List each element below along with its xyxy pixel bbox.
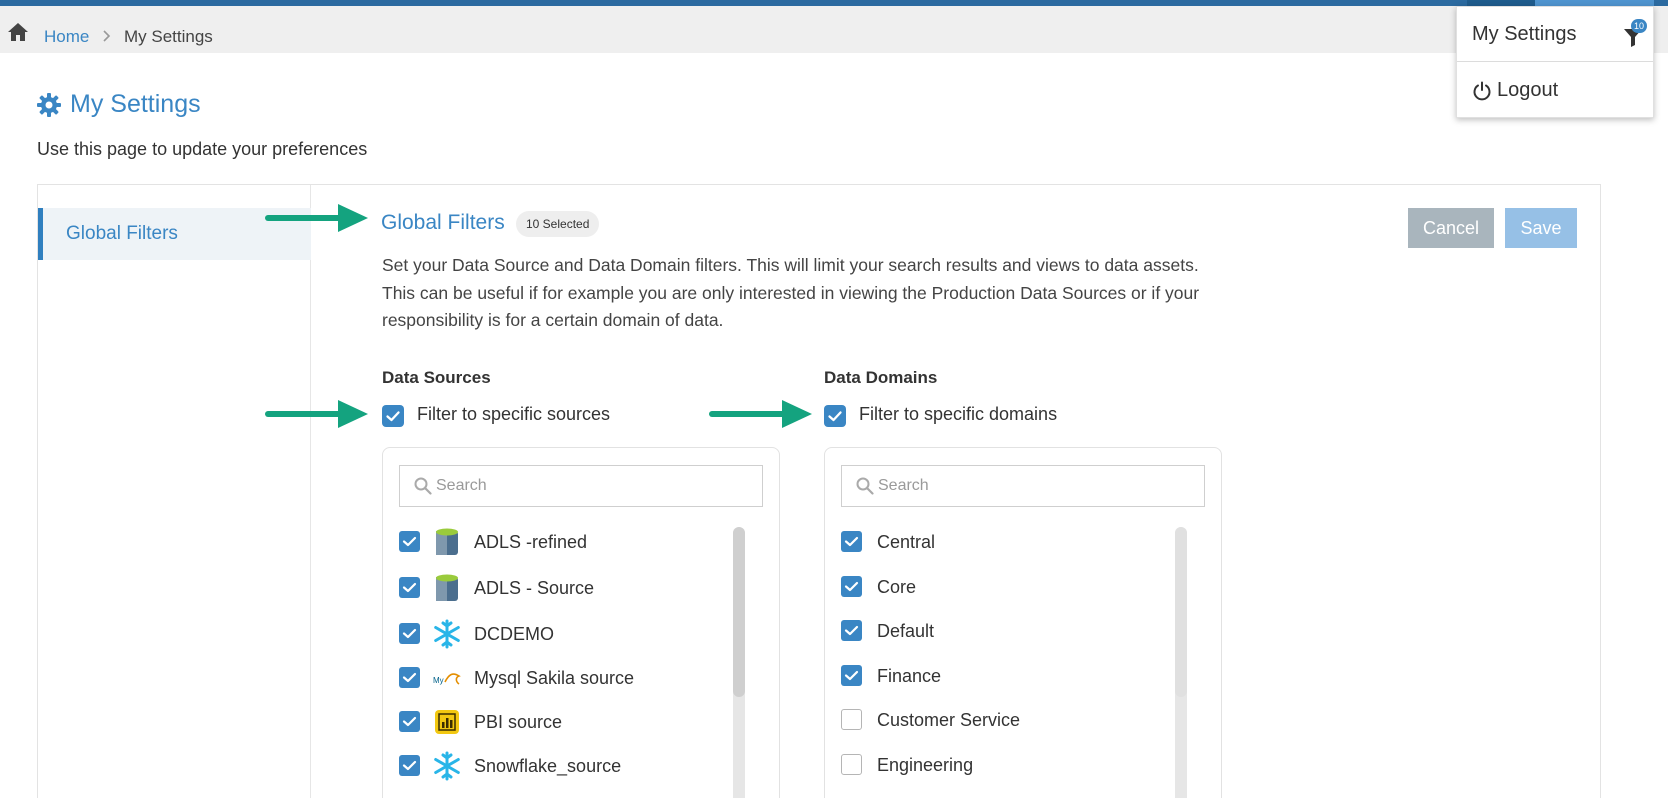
scrollbar-thumb[interactable] [1175,527,1187,697]
menu-item-label: Logout [1497,79,1559,101]
checkmark-icon [386,411,400,422]
item-checkbox[interactable] [399,577,420,598]
menu-item-label: My Settings [1472,23,1577,45]
gear-icon [37,93,61,117]
section-description: Set your Data Source and Data Domain fil… [382,255,1200,330]
item-checkbox[interactable] [399,755,420,776]
filter-sources-checkbox[interactable] [382,405,404,427]
search-icon [414,477,432,495]
list-item[interactable]: Central [841,524,1161,560]
page-title: My Settings [70,90,201,118]
user-dropdown-menu: My Settings 10 Logout [1456,6,1654,118]
power-icon [1473,81,1491,101]
list-item[interactable]: PBI source [399,704,719,740]
item-label: Snowflake_source [474,756,622,776]
list-item[interactable]: Default [841,613,1161,649]
item-checkbox[interactable] [841,576,862,597]
scrollbar-thumb[interactable] [733,527,745,697]
cancel-button[interactable]: Cancel [1408,208,1494,248]
snowflake-icon [434,751,460,781]
powerbi-icon [435,710,459,734]
data-domains-list: Search Central Core Default Finance Cust… [824,447,1222,798]
annotation-arrow-icon [265,204,368,232]
menu-item-logout[interactable]: Logout [1457,63,1653,118]
domains-scrollbar[interactable] [1175,527,1187,798]
data-sources-list: Search ADLS -refined ADLS - Source DCDEM… [382,447,780,798]
item-checkbox[interactable] [841,665,862,686]
list-item[interactable]: ADLS - Source [399,570,719,606]
item-label: Engineering [877,755,974,775]
list-item[interactable]: Engineering [841,747,1161,783]
sidebar-item-label: Global Filters [66,223,178,244]
breadcrumb-current: My Settings [124,27,213,46]
chevron-right-icon [103,30,111,42]
search-placeholder: Search [878,477,929,494]
filter-sources-label[interactable]: Filter to specific sources [417,404,610,425]
item-checkbox[interactable] [399,667,420,688]
list-item[interactable]: Customer Service [841,702,1161,738]
save-button[interactable]: Save [1505,208,1577,248]
list-item[interactable]: Snowflake_source [399,748,719,784]
domains-search-input[interactable]: Search [841,465,1205,507]
list-item[interactable]: Core [841,569,1161,605]
menu-item-my-settings[interactable]: My Settings 10 [1457,7,1653,62]
item-checkbox[interactable] [841,531,862,552]
item-label: DCDEMO [474,624,554,644]
list-item[interactable]: My Mysql Sakila source [399,660,719,696]
list-item[interactable]: DCDEMO [399,616,719,652]
section-title: Global Filters [381,211,505,234]
page-subtitle: Use this page to update your preferences [37,139,368,159]
item-label: ADLS - Source [474,578,595,598]
item-label: Mysql Sakila source [474,668,635,688]
item-label: ADLS -refined [474,532,588,552]
item-checkbox[interactable] [399,623,420,644]
breadcrumb-home-link[interactable]: Home [44,27,89,47]
item-checkbox[interactable] [841,709,862,730]
data-sources-heading: Data Sources [382,368,491,387]
filter-count-badge: 10 [1631,19,1647,33]
item-label: Central [877,532,936,552]
item-label: Customer Service [877,710,1021,730]
item-checkbox[interactable] [399,711,420,732]
filter-domains-label[interactable]: Filter to specific domains [859,404,1057,425]
azure-datalake-icon [436,574,458,601]
sources-search-input[interactable]: Search [399,465,763,507]
annotation-arrow-icon [265,400,368,428]
home-icon[interactable] [7,22,29,42]
item-label: Default [877,621,935,641]
filter-domains-checkbox[interactable] [824,405,846,427]
breadcrumb: Home My Settings [0,6,1668,53]
item-label: Finance [877,666,942,686]
settings-sidebar: Global Filters [38,185,311,798]
azure-datalake-icon [436,528,458,555]
item-checkbox[interactable] [399,531,420,552]
mysql-icon: My [433,673,461,685]
item-label: PBI source [474,712,563,732]
item-checkbox[interactable] [841,620,862,641]
search-placeholder: Search [436,477,487,494]
search-icon [856,477,874,495]
data-domains-heading: Data Domains [824,368,938,387]
item-label: Core [877,577,917,597]
item-checkbox[interactable] [841,754,862,775]
selected-count-badge: 10 Selected [516,211,600,237]
sources-scrollbar[interactable] [733,527,745,798]
checkmark-icon [828,411,842,422]
annotation-arrow-icon [709,400,812,428]
svg-text:My: My [433,676,444,685]
list-item[interactable]: ADLS -refined [399,524,719,560]
list-item[interactable]: Finance [841,658,1161,694]
snowflake-icon [434,619,460,649]
